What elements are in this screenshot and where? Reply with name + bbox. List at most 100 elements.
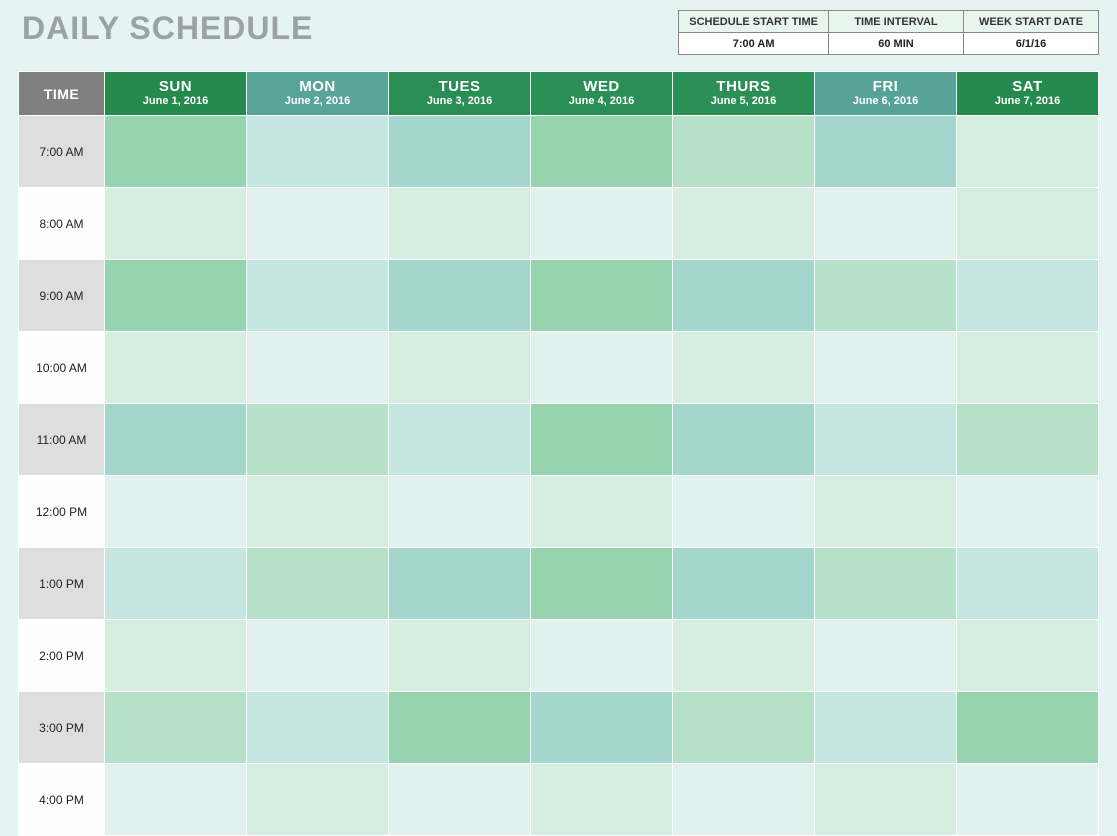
- schedule-cell[interactable]: [957, 404, 1099, 476]
- schedule-cell[interactable]: [247, 548, 389, 620]
- day-header-thurs: THURSJune 5, 2016: [673, 72, 815, 116]
- schedule-cell[interactable]: [531, 260, 673, 332]
- schedule-cell[interactable]: [673, 476, 815, 548]
- schedule-cell[interactable]: [105, 332, 247, 404]
- schedule-cell[interactable]: [247, 116, 389, 188]
- schedule-cell[interactable]: [389, 116, 531, 188]
- schedule-cell[interactable]: [389, 764, 531, 836]
- schedule-cell[interactable]: [247, 260, 389, 332]
- schedule-cell[interactable]: [389, 404, 531, 476]
- schedule-cell[interactable]: [673, 764, 815, 836]
- schedule-cell[interactable]: [673, 260, 815, 332]
- schedule-cell[interactable]: [957, 332, 1099, 404]
- schedule-cell[interactable]: [105, 548, 247, 620]
- time-label: 12:00 PM: [19, 476, 105, 548]
- day-header-mon: MONJune 2, 2016: [247, 72, 389, 116]
- time-label: 3:00 PM: [19, 692, 105, 764]
- day-date: June 4, 2016: [535, 95, 668, 108]
- day-date: June 5, 2016: [677, 95, 810, 108]
- schedule-cell[interactable]: [957, 188, 1099, 260]
- schedule-cell[interactable]: [815, 116, 957, 188]
- schedule-cell[interactable]: [815, 476, 957, 548]
- schedule-cell[interactable]: [247, 404, 389, 476]
- schedule-cell[interactable]: [105, 476, 247, 548]
- schedule-cell[interactable]: [673, 332, 815, 404]
- schedule-cell[interactable]: [957, 620, 1099, 692]
- schedule-cell[interactable]: [247, 620, 389, 692]
- schedule-cell[interactable]: [957, 764, 1099, 836]
- schedule-cell[interactable]: [815, 188, 957, 260]
- schedule-cell[interactable]: [815, 332, 957, 404]
- schedule-cell[interactable]: [673, 548, 815, 620]
- day-date: June 1, 2016: [109, 95, 242, 108]
- schedule-cell[interactable]: [247, 332, 389, 404]
- schedule-cell[interactable]: [247, 188, 389, 260]
- day-name: SAT: [961, 79, 1094, 96]
- day-header-tues: TUESJune 3, 2016: [389, 72, 531, 116]
- schedule-cell[interactable]: [389, 620, 531, 692]
- schedule-cell[interactable]: [815, 404, 957, 476]
- time-label: 2:00 PM: [19, 620, 105, 692]
- time-label: 7:00 AM: [19, 116, 105, 188]
- schedule-cell[interactable]: [531, 404, 673, 476]
- schedule-cell[interactable]: [105, 764, 247, 836]
- day-name: MON: [251, 79, 384, 96]
- schedule-grid: TIME SUNJune 1, 2016MONJune 2, 2016TUESJ…: [18, 71, 1099, 836]
- schedule-cell[interactable]: [673, 692, 815, 764]
- schedule-cell[interactable]: [531, 620, 673, 692]
- schedule-cell[interactable]: [105, 620, 247, 692]
- config-value-week-start[interactable]: 6/1/16: [964, 33, 1099, 55]
- schedule-cell[interactable]: [531, 116, 673, 188]
- schedule-cell[interactable]: [105, 692, 247, 764]
- schedule-cell[interactable]: [815, 692, 957, 764]
- time-label: 9:00 AM: [19, 260, 105, 332]
- time-label: 8:00 AM: [19, 188, 105, 260]
- schedule-cell[interactable]: [389, 548, 531, 620]
- schedule-cell[interactable]: [389, 260, 531, 332]
- schedule-cell[interactable]: [673, 620, 815, 692]
- day-header-sun: SUNJune 1, 2016: [105, 72, 247, 116]
- config-value-start-time[interactable]: 7:00 AM: [679, 33, 829, 55]
- schedule-cell[interactable]: [815, 548, 957, 620]
- schedule-cell[interactable]: [531, 692, 673, 764]
- schedule-cell[interactable]: [531, 548, 673, 620]
- schedule-cell[interactable]: [957, 116, 1099, 188]
- schedule-cell[interactable]: [531, 188, 673, 260]
- schedule-cell[interactable]: [247, 692, 389, 764]
- schedule-cell[interactable]: [105, 404, 247, 476]
- schedule-cell[interactable]: [389, 692, 531, 764]
- schedule-cell[interactable]: [673, 188, 815, 260]
- schedule-cell[interactable]: [105, 260, 247, 332]
- config-header-interval: TIME INTERVAL: [829, 11, 964, 33]
- config-table: SCHEDULE START TIME TIME INTERVAL WEEK S…: [678, 10, 1099, 55]
- schedule-cell[interactable]: [673, 404, 815, 476]
- day-header-fri: FRIJune 6, 2016: [815, 72, 957, 116]
- schedule-cell[interactable]: [673, 116, 815, 188]
- config-header-week-start: WEEK START DATE: [964, 11, 1099, 33]
- schedule-cell[interactable]: [389, 332, 531, 404]
- schedule-cell[interactable]: [531, 476, 673, 548]
- schedule-cell[interactable]: [815, 764, 957, 836]
- schedule-cell[interactable]: [957, 548, 1099, 620]
- schedule-cell[interactable]: [105, 188, 247, 260]
- config-value-interval[interactable]: 60 MIN: [829, 33, 964, 55]
- schedule-cell[interactable]: [389, 188, 531, 260]
- schedule-cell[interactable]: [957, 260, 1099, 332]
- day-name: THURS: [677, 79, 810, 96]
- schedule-cell[interactable]: [531, 332, 673, 404]
- schedule-cell[interactable]: [531, 764, 673, 836]
- schedule-cell[interactable]: [815, 620, 957, 692]
- time-label: 1:00 PM: [19, 548, 105, 620]
- schedule-cell[interactable]: [389, 476, 531, 548]
- schedule-cell[interactable]: [247, 764, 389, 836]
- time-label: 10:00 AM: [19, 332, 105, 404]
- config-header-start-time: SCHEDULE START TIME: [679, 11, 829, 33]
- schedule-cell[interactable]: [815, 260, 957, 332]
- day-date: June 7, 2016: [961, 95, 1094, 108]
- schedule-cell[interactable]: [105, 116, 247, 188]
- schedule-cell[interactable]: [957, 692, 1099, 764]
- schedule-cell[interactable]: [247, 476, 389, 548]
- time-column-header: TIME: [19, 72, 105, 116]
- schedule-cell[interactable]: [957, 476, 1099, 548]
- day-date: June 2, 2016: [251, 95, 384, 108]
